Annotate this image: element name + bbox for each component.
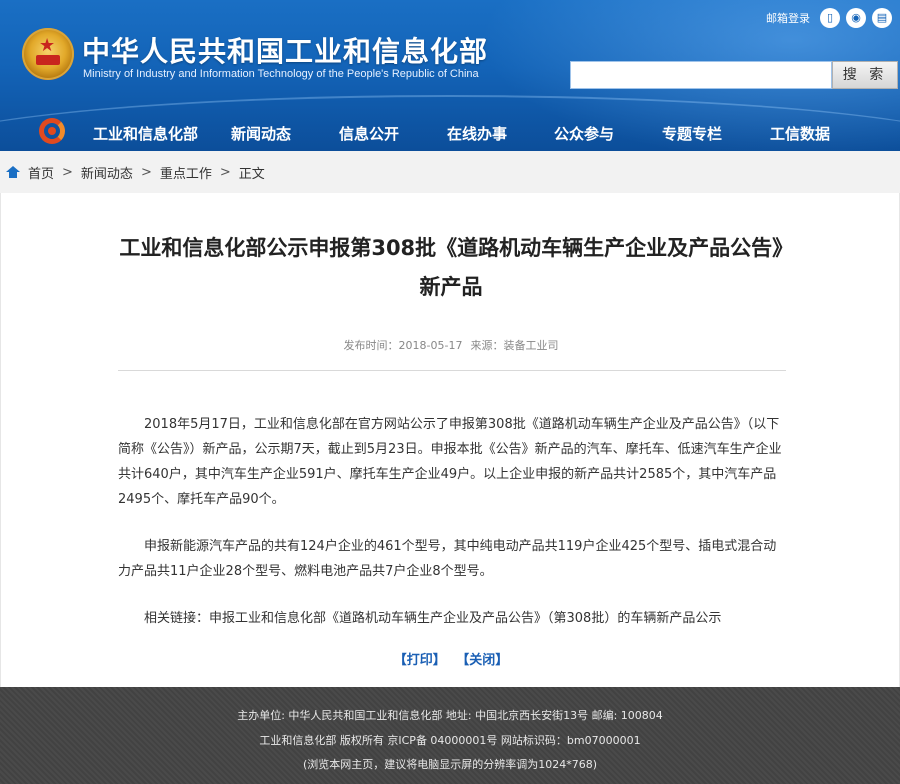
nav-item-data[interactable]: 工信数据 xyxy=(770,123,830,144)
top-links: 邮箱登录 ▯ ◉ ▤ xyxy=(766,8,892,28)
search-button[interactable]: 搜 索 xyxy=(832,61,898,89)
nav-item-public-participation[interactable]: 公众参与 xyxy=(554,123,614,144)
site-header: ★ 中华人民共和国工业和信息化部 Ministry of Industry an… xyxy=(0,0,900,151)
rss-icon[interactable]: ◉ xyxy=(846,8,866,28)
publish-date: 发布时间：2018-05-17 xyxy=(343,339,463,352)
breadcrumb-separator: > xyxy=(62,164,73,180)
close-button[interactable]: 【关闭】 xyxy=(456,653,508,668)
article-container: 工业和信息化部公示申报第308批《道路机动车辆生产企业及产品公告》新产品 发布时… xyxy=(0,193,900,687)
breadcrumb-news[interactable]: 新闻动态 xyxy=(81,163,133,182)
article-actions: 【打印】 【关闭】 xyxy=(1,649,900,668)
breadcrumb-current: 正文 xyxy=(238,166,265,182)
nav-item-special-topics[interactable]: 专题专栏 xyxy=(662,123,722,144)
nav-item-info-disclosure[interactable]: 信息公开 xyxy=(339,123,399,144)
paragraph: 申报新能源汽车产品的共有124户企业的461个型号，其中纯电动产品共119户企业… xyxy=(118,539,777,579)
article-title: 工业和信息化部公示申报第308批《道路机动车辆生产企业及产品公告》新产品 xyxy=(119,236,783,299)
weibo-icon[interactable]: ▤ xyxy=(872,8,892,28)
search-input[interactable] xyxy=(570,61,832,89)
article-meta: 发布时间：2018-05-17 来源：装备工业司 xyxy=(1,337,900,353)
nav-item-news[interactable]: 新闻动态 xyxy=(231,123,291,144)
footer-resolution-note: (浏览本网主页，建议将电脑显示屏的分辨率调为1024*768) xyxy=(302,758,598,771)
miit-logo-icon[interactable] xyxy=(36,116,70,144)
breadcrumb: 首页 > 新闻动态 > 重点工作 > 正文 xyxy=(0,151,900,193)
title-divider xyxy=(118,370,786,371)
paragraph: 2018年5月17日，工业和信息化部在官方网站公示了申报第308批《道路机动车辆… xyxy=(118,417,782,507)
main-nav: 工业和信息化部 新闻动态 信息公开 在线办事 公众参与 专题专栏 工信数据 xyxy=(0,112,900,151)
article-body: 2018年5月17日，工业和信息化部在官方网站公示了申报第308批《道路机动车辆… xyxy=(118,412,786,653)
nav-item-online-service[interactable]: 在线办事 xyxy=(447,123,507,144)
home-icon[interactable] xyxy=(6,166,20,178)
breadcrumb-key-work[interactable]: 重点工作 xyxy=(160,163,212,182)
breadcrumb-separator: > xyxy=(140,164,152,180)
site-title[interactable]: 中华人民共和国工业和信息化部 xyxy=(82,30,488,70)
footer-copyright: 工业和信息化部 版权所有 京ICP备 04000001号 网站标识码：bm070… xyxy=(259,734,641,747)
print-button[interactable]: 【打印】 xyxy=(394,653,446,668)
site-footer: 主办单位: 中华人民共和国工业和信息化部 地址: 中国北京西长安街13号 邮编:… xyxy=(0,687,900,784)
related-link[interactable]: 相关链接：申报工业和信息化部《道路机动车辆生产企业及产品公告》（第308批）的车… xyxy=(118,606,786,631)
breadcrumb-home[interactable]: 首页 xyxy=(28,163,54,182)
nav-item-ministry[interactable]: 工业和信息化部 xyxy=(93,123,198,144)
mail-login-link[interactable]: 邮箱登录 xyxy=(766,10,810,26)
footer-host-info: 主办单位: 中华人民共和国工业和信息化部 地址: 中国北京西长安街13号 邮编:… xyxy=(237,709,663,722)
breadcrumb-separator: > xyxy=(219,164,231,180)
mobile-icon[interactable]: ▯ xyxy=(820,8,840,28)
site-title-english: Ministry of Industry and Information Tec… xyxy=(83,68,479,80)
national-emblem-icon[interactable]: ★ xyxy=(22,28,74,80)
article-source: 来源：装备工业司 xyxy=(470,339,559,352)
